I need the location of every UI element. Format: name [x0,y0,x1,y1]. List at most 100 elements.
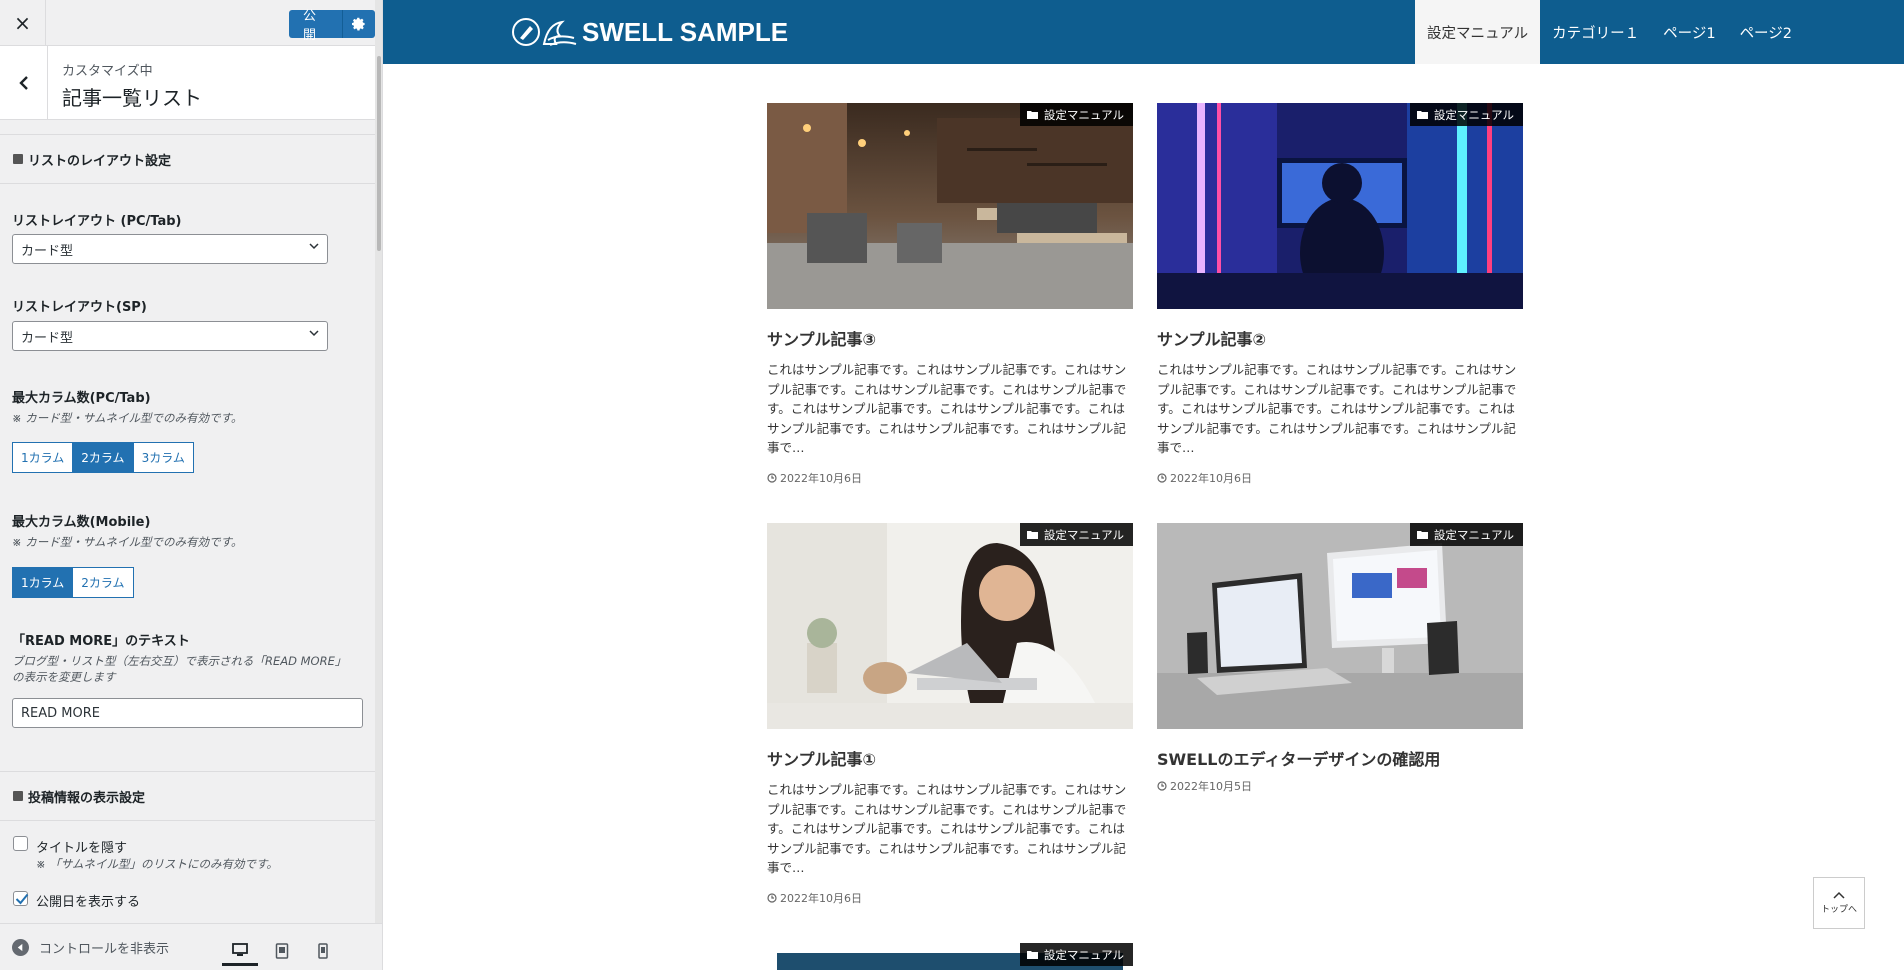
list-layout-section-heading: リストのレイアウト設定 [0,134,375,184]
desktop-icon[interactable] [222,936,258,966]
post-date-text: 2022年10月6日 [780,891,862,905]
nav-item-manual[interactable]: 設定マニュアル [1415,0,1541,64]
cols-mobile-1-button[interactable]: 1カラム [12,567,74,598]
post-date-text: 2022年10月6日 [1170,471,1252,485]
mobile-icon[interactable] [305,936,341,966]
publish-group: 公開 [289,9,375,43]
clock-icon [767,892,777,903]
hide-title-checkbox[interactable] [13,836,28,851]
post-date: 2022年10月6日 [1157,470,1523,486]
post-title[interactable]: サンプル記事② [1157,326,1523,350]
clock-icon [767,472,777,483]
customizer-sidebar: × 公開 カスタマイズ中 記事一覧リスト リストのレイアウト設定 リストレイアウ… [0,0,383,970]
chevron-down-icon [309,330,319,337]
readmore-note: ブログ型・リスト型（左右交互）で表示される「READ MORE」の表示を変更しま… [12,654,347,684]
site-logo[interactable]: SWELL SAMPLE [512,14,788,50]
cols-mobile-button-group: 1カラム 2カラム [12,567,134,598]
post-title[interactable]: SWELLのエディターデザインの確認用 [1157,746,1523,770]
layout-sp-select[interactable]: カード型 [12,321,328,351]
post-thumbnail[interactable]: 設定マニュアル [767,103,1133,309]
back-icon[interactable] [0,46,48,120]
post-card[interactable]: 設定マニュアル SWELLのエディターデザインの確認用 2022年10月5日 [1157,523,1523,794]
cols-pc-3-button[interactable]: 3カラム [132,442,194,473]
folder-icon [1026,111,1038,119]
category-badge: 設定マニュアル [1409,523,1523,546]
global-nav: 設定マニュアル カテゴリー１ ページ1 ページ2 [1415,0,1904,64]
post-thumbnail[interactable]: 設定マニュアル [767,523,1133,729]
sidebar-scrollbar-thumb[interactable] [377,56,381,251]
close-customizer-button[interactable]: × [0,0,46,46]
layout-pc-label: リストレイアウト (PC/Tab) [12,214,182,229]
post-info-section: 投稿情報の表示設定 タイトルを隠す ※ 「サムネイル型」のリストにのみ有効です。… [0,771,375,931]
post-card[interactable]: 設定マニュアル サンプル記事③ これはサンプル記事です。これはサンプル記事です。… [767,103,1133,486]
category-badge: 設定マニュアル [1019,523,1133,546]
post-title[interactable]: サンプル記事③ [767,326,1133,350]
square-bullet-icon [13,154,23,164]
category-badge: 設定マニュアル [1019,943,1133,966]
customizer-footer: コントロールを非表示 [0,923,382,970]
category-text: 設定マニュアル [1433,527,1514,542]
nav-item-page1[interactable]: ページ1 [1651,0,1727,64]
folder-icon [1416,531,1428,539]
category-badge: 設定マニュアル [1409,103,1523,126]
post-date: 2022年10月6日 [767,470,1133,486]
cols-pc-button-group: 1カラム 2カラム 3カラム [12,442,194,473]
back-to-top-button[interactable]: トップへ [1813,877,1865,929]
checkmark-icon [15,893,29,905]
readmore-text-input[interactable]: READ MORE [12,698,363,728]
tablet-icon[interactable] [264,936,300,966]
section-header: カスタマイズ中 記事一覧リスト [0,46,375,120]
post-date-text: 2022年10月5日 [1170,780,1252,793]
post-excerpt: これはサンプル記事です。これはサンプル記事です。これはサンプル記事です。これはサ… [767,362,1127,455]
category-text: 設定マニュアル [1043,527,1124,542]
post-thumbnail[interactable]: 設定マニュアル [1157,523,1523,729]
post-thumbnail[interactable]: 設定マニュアル [1157,103,1523,309]
clock-icon [1157,781,1167,791]
post-card[interactable]: 設定マニュアル [767,943,1133,970]
publish-settings-gear-icon[interactable] [343,10,375,38]
post-date-text: 2022年10月6日 [780,471,862,485]
section-title: 記事一覧リスト [62,86,202,110]
cols-mobile-note: ※ カード型・サムネイル型でのみ有効です。 [12,535,243,549]
layout-pc-select[interactable]: カード型 [12,234,328,264]
hide-controls-button[interactable]: コントロールを非表示 [12,938,169,957]
folder-icon [1026,531,1038,539]
post-date: 2022年10月5日 [1157,778,1523,794]
category-text: 設定マニュアル [1043,947,1124,962]
site-preview: SWELL SAMPLE 設定マニュアル カテゴリー１ ページ1 ページ2 設定… [383,0,1904,970]
chevron-up-icon [1833,891,1845,899]
cols-pc-1-button[interactable]: 1カラム [12,442,74,473]
post-title[interactable]: サンプル記事① [767,746,1133,770]
post-info-controls: タイトルを隠す ※ 「サムネイル型」のリストにのみ有効です。 公開日を表示する [0,821,375,931]
category-badge: 設定マニュアル [1019,103,1133,126]
cols-mobile-label: 最大カラム数(Mobile) [12,515,151,530]
customizer-topbar: × 公開 [0,0,375,46]
cols-mobile-2-button[interactable]: 2カラム [72,567,134,598]
back-to-top-label: トップへ [1820,905,1857,915]
post-thumbnail[interactable]: 設定マニュアル [767,943,1133,970]
cols-pc-label: 最大カラム数(PC/Tab) [12,391,151,406]
customizing-label: カスタマイズ中 [62,64,153,79]
logo-wave-icon [512,18,577,46]
post-card[interactable]: 設定マニュアル サンプル記事① これはサンプル記事です。これはサンプル記事です。… [767,523,1133,906]
post-excerpt: これはサンプル記事です。これはサンプル記事です。これはサンプル記事です。これはサ… [1157,362,1517,455]
publish-button[interactable]: 公開 [289,9,344,43]
nav-item-category1[interactable]: カテゴリー１ [1540,0,1651,64]
square-bullet-icon [13,791,23,801]
folder-icon [1416,111,1428,119]
post-excerpt: これはサンプル記事です。これはサンプル記事です。これはサンプル記事です。これはサ… [767,782,1127,875]
nav-item-page2[interactable]: ページ2 [1728,0,1804,64]
section-heading-text: 投稿情報の表示設定 [28,790,146,806]
hide-title-note: ※ 「サムネイル型」のリストにのみ有効です。 [36,857,278,871]
post-info-section-heading: 投稿情報の表示設定 [0,771,375,821]
clock-icon [1157,472,1167,483]
show-date-checkbox[interactable] [13,891,29,906]
section-heading-text: リストのレイアウト設定 [28,153,172,169]
show-date-label: 公開日を表示する [36,895,141,910]
category-text: 設定マニュアル [1043,107,1124,122]
post-card[interactable]: 設定マニュアル サンプル記事② これはサンプル記事です。これはサンプル記事です。… [1157,103,1523,486]
site-header: SWELL SAMPLE 設定マニュアル カテゴリー１ ページ1 ページ2 [383,0,1904,64]
cols-pc-2-button[interactable]: 2カラム [72,442,134,473]
logo-text: SWELL SAMPLE [582,16,789,47]
